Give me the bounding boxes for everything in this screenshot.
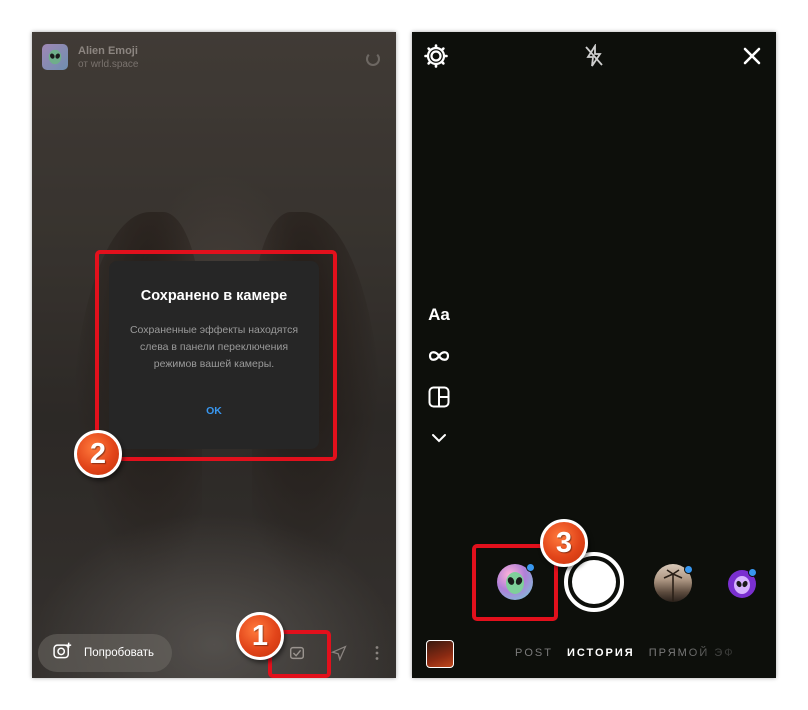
gallery-thumbnail[interactable]	[426, 640, 454, 668]
dialog-highlight	[95, 250, 337, 461]
boomerang-icon[interactable]	[426, 343, 452, 369]
send-icon[interactable]	[330, 644, 348, 662]
camera-plus-icon	[52, 641, 72, 666]
effect-header[interactable]: Alien Emoji от wrld.space	[42, 44, 139, 70]
text-tool-label: Aa	[428, 305, 450, 324]
loading-spinner-icon	[366, 52, 380, 66]
right-screen: Aa POST ИСТОРИЯ ПРЯМОЙ	[412, 32, 776, 678]
step-badge-2: 2	[74, 430, 122, 478]
more-icon[interactable]	[368, 644, 386, 662]
capture-button-inner	[572, 560, 616, 604]
chevron-down-icon[interactable]	[426, 425, 452, 451]
flash-off-icon[interactable]	[582, 44, 606, 68]
close-icon[interactable]	[740, 44, 764, 68]
new-badge-dot	[748, 568, 757, 577]
step-badge-3-label: 3	[555, 526, 573, 559]
effect-name: Alien Emoji	[78, 44, 138, 57]
step-badge-2-label: 2	[89, 437, 107, 470]
try-effect-label: Попробовать	[84, 647, 155, 659]
new-badge-dot	[684, 565, 693, 574]
step-badge-3: 3	[540, 519, 588, 567]
mode-post[interactable]: POST	[515, 647, 553, 659]
mode-story[interactable]: ИСТОРИЯ	[567, 647, 635, 659]
side-tools: Aa	[426, 302, 452, 466]
alien-icon	[42, 44, 68, 70]
try-effect-button[interactable]: Попробовать	[38, 634, 172, 672]
text-tool-button[interactable]: Aa	[426, 302, 452, 328]
step-badge-1: 1	[236, 612, 284, 660]
effect-author: от wrld.space	[78, 58, 139, 70]
layout-icon[interactable]	[426, 384, 452, 410]
mode-fade	[682, 642, 776, 666]
step-badge-1-label: 1	[251, 619, 269, 652]
settings-icon[interactable]	[424, 44, 448, 68]
